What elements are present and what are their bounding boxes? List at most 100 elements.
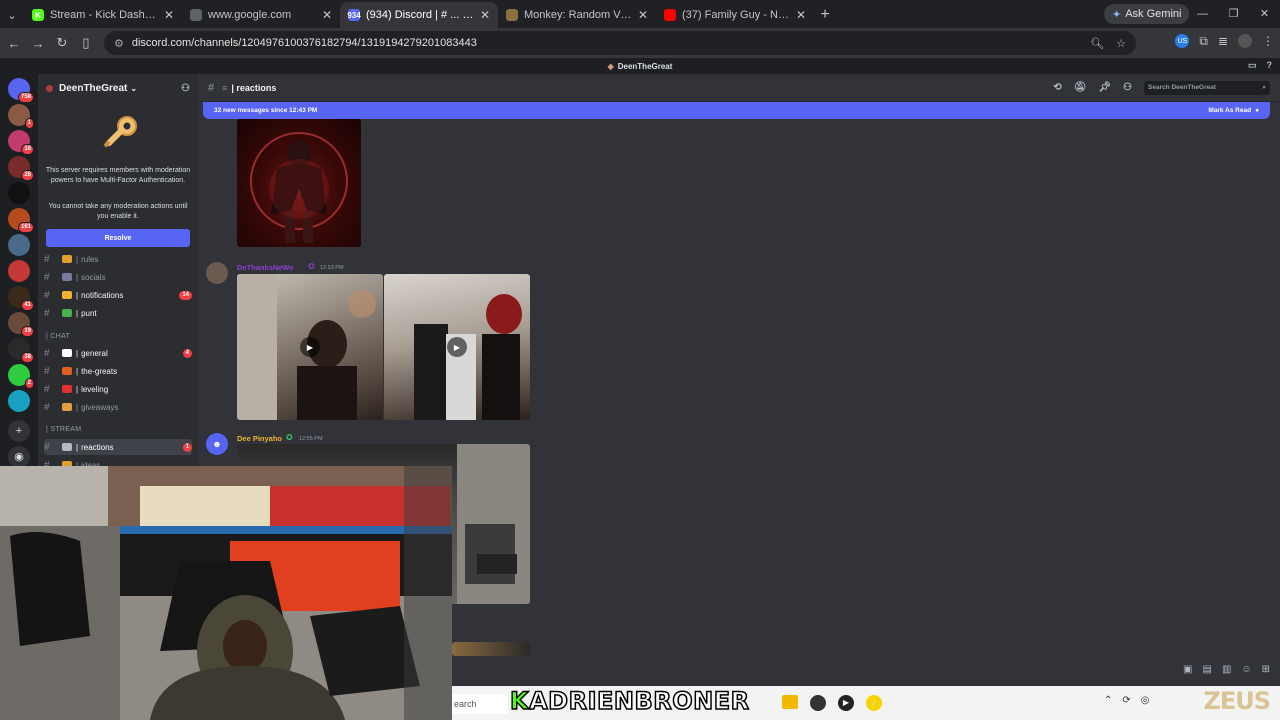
forward-button[interactable]: →	[26, 36, 50, 51]
channel-leveling[interactable]: # | leveling	[44, 381, 192, 397]
server-icon[interactable]: 2	[8, 364, 34, 389]
browser-tab-bar: ⌄ KStream - Kick Dashboard✕www.google.co…	[0, 0, 1280, 28]
category-chat[interactable]: | CHAT	[46, 333, 70, 340]
gift-icon[interactable]: ▣	[1183, 664, 1192, 675]
tray-network-icon[interactable]: ◎	[1141, 695, 1150, 706]
back-button[interactable]: ←	[2, 36, 26, 51]
browser-tab[interactable]: (37) Family Guy - No Diabeto ✕	[656, 2, 814, 28]
mark-as-read-button[interactable]: Mark As Read	[1208, 107, 1251, 114]
side-panel-button[interactable]: ▯	[74, 35, 98, 51]
menu-kebab-icon[interactable]: ⋮	[1262, 34, 1274, 49]
inbox-icon[interactable]: ▭	[1248, 60, 1257, 71]
server-header[interactable]: DeenTheGreat ⌄ ⚇	[38, 74, 198, 102]
message-author[interactable]: DeThanksNeWe	[237, 263, 294, 272]
avatar[interactable]: ☻	[206, 433, 228, 455]
threads-icon[interactable]: ⟲	[1053, 82, 1061, 93]
file-explorer-icon[interactable]	[782, 695, 798, 709]
server-icon[interactable]: 16	[8, 130, 34, 155]
sticker-icon[interactable]: ▥	[1222, 664, 1231, 675]
add-server-icon[interactable]: +	[8, 420, 30, 442]
tray-chevron-icon[interactable]: ⌃	[1104, 695, 1112, 706]
channel-the-greats[interactable]: # | the-greats	[44, 363, 192, 379]
server-icon[interactable]	[8, 390, 30, 412]
help-icon[interactable]: ?	[1267, 60, 1273, 71]
taskbar: earch KADRIENBRONER ▶ ✓ ⌃ ⟳ ◎ ZEUS	[452, 686, 1280, 720]
close-tab-icon[interactable]: ✕	[164, 8, 174, 22]
server-icon[interactable]	[8, 260, 30, 282]
browser-tab[interactable]: 934 (934) Discord | # ... | reactions ✕	[340, 2, 498, 28]
new-messages-bar[interactable]: 32 new messages since 12:43 PM Mark As R…	[203, 102, 1270, 119]
tray-app-icon[interactable]: ⟳	[1122, 695, 1130, 706]
channel-reactions[interactable]: # | reactions 1	[44, 439, 192, 455]
emoji-icon[interactable]: ☺	[1241, 664, 1251, 675]
server-icon[interactable]: 758	[8, 78, 34, 103]
server-icon[interactable]: 161	[8, 208, 34, 233]
ask-gemini-button[interactable]: ✦ Ask Gemini	[1104, 4, 1190, 24]
server-icon[interactable]	[8, 234, 30, 256]
channel-rules[interactable]: # | rules	[44, 251, 192, 267]
server-mention-badge: 2	[24, 378, 34, 389]
channel-divider: |	[76, 384, 79, 394]
close-window-button[interactable]: ✕	[1249, 0, 1280, 28]
message-image[interactable]	[237, 119, 361, 247]
reload-button[interactable]: ↻	[50, 35, 74, 51]
resolve-button[interactable]: Resolve	[46, 229, 190, 247]
notification-bell-icon[interactable]: 🔕︎	[1074, 82, 1087, 93]
bookmark-star-icon[interactable]: ☆	[1116, 37, 1126, 50]
avatar[interactable]	[206, 262, 228, 284]
browser-tab[interactable]: K Stream - Kick Dashboard ✕	[24, 2, 182, 28]
media-controls-icon[interactable]: ≣	[1218, 34, 1228, 49]
close-tab-icon[interactable]: ✕	[796, 8, 806, 22]
server-icon[interactable]: 38	[8, 338, 34, 363]
server-mini-icon: ◆	[607, 61, 614, 71]
close-tab-icon[interactable]: ✕	[638, 8, 648, 22]
channel-divider: |	[76, 308, 79, 318]
server-icon[interactable]	[8, 182, 30, 204]
server-icon[interactable]: 41	[8, 286, 34, 311]
channel-notifications[interactable]: # | notifications 14	[44, 287, 192, 303]
member-list-icon[interactable]: ⚇	[1123, 82, 1132, 93]
channel-giveaways[interactable]: # | giveaways	[44, 399, 192, 415]
play-button[interactable]: ▶	[300, 337, 320, 357]
extension-icon[interactable]: US	[1175, 34, 1190, 48]
maximize-button[interactable]: ❐	[1218, 0, 1249, 28]
add-member-icon[interactable]: ⚇	[181, 83, 190, 94]
close-tab-icon[interactable]: ✕	[322, 8, 332, 22]
profile-avatar[interactable]	[1238, 34, 1252, 48]
gif-icon[interactable]: ▤	[1202, 664, 1211, 675]
fighter-artwork	[250, 132, 348, 243]
server-icon[interactable]: 19	[8, 312, 34, 337]
channel-punt[interactable]: # | punt	[44, 305, 192, 321]
discover-icon[interactable]: ◉	[8, 446, 30, 468]
norton-icon[interactable]: ✓	[866, 695, 882, 711]
channel-socials[interactable]: # | socials	[44, 269, 192, 285]
server-icon[interactable]: 1	[8, 104, 34, 129]
close-tab-icon[interactable]: ✕	[480, 8, 490, 22]
apps-icon[interactable]: ⊞	[1262, 664, 1270, 675]
browser-tab[interactable]: www.google.com ✕	[182, 2, 340, 28]
zoom-icon[interactable]: 🔍︎	[1090, 37, 1104, 50]
category-stream[interactable]: | STREAM	[46, 426, 81, 433]
tab-list-button[interactable]: ⌄	[0, 2, 24, 28]
new-tab-button[interactable]: +	[814, 2, 836, 28]
browser-tab[interactable]: Monkey: Random Video Chat | ✕	[498, 2, 656, 28]
obs-icon[interactable]	[810, 695, 826, 711]
taskbar-search-input[interactable]: earch	[452, 694, 508, 714]
message-author[interactable]: Dee Pinyaho	[237, 434, 282, 443]
extensions-puzzle-icon[interactable]: ⧉	[1199, 34, 1208, 49]
minimize-button[interactable]: —	[1187, 0, 1218, 28]
play-button[interactable]: ▶	[447, 337, 467, 357]
media-player-icon[interactable]: ▶	[838, 695, 854, 711]
search-input[interactable]: Search DeenTheGreat ⌕	[1144, 80, 1270, 95]
video-attachment-partial[interactable]	[452, 642, 530, 656]
site-info-icon[interactable]: ⚙	[114, 37, 124, 50]
video-attachment[interactable]: ▶	[237, 274, 383, 420]
channel-name: leveling	[81, 384, 109, 394]
channel-name: reactions	[81, 442, 114, 452]
address-bar[interactable]: ⚙ discord.com/channels/12049761003761827…	[104, 31, 1136, 55]
pin-icon[interactable]: 📌︎	[1098, 82, 1111, 93]
video-attachment[interactable]: ▶	[384, 274, 530, 420]
channel-general[interactable]: # | general 4	[44, 345, 192, 361]
server-icon[interactable]: 26	[8, 156, 34, 181]
thread-icon: ≡	[222, 82, 228, 93]
